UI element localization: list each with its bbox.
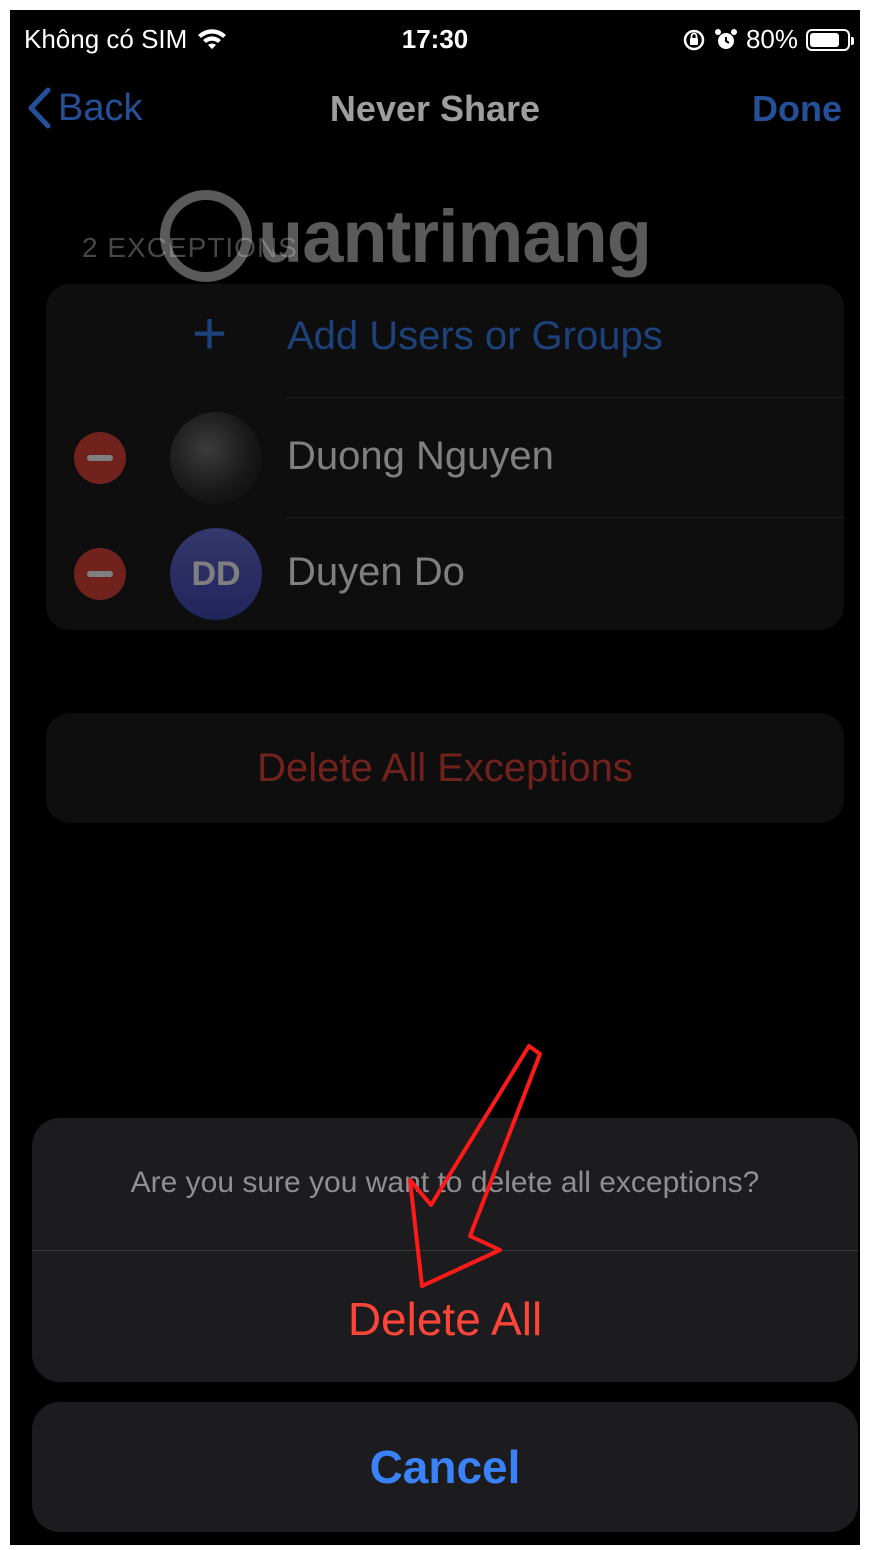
phone-screen: Không có SIM 17:30 80% Back Never Share … xyxy=(10,10,860,1545)
alarm-icon xyxy=(714,28,737,49)
watermark-logo-icon xyxy=(160,190,252,282)
list-item: Duong Nguyen xyxy=(46,398,844,518)
divider xyxy=(32,1250,858,1251)
status-bar: Không có SIM 17:30 80% xyxy=(10,18,860,58)
watermark-text: uantrimang xyxy=(258,194,652,278)
contact-name: Duyen Do xyxy=(287,550,465,594)
page-title: Never Share xyxy=(329,88,541,129)
action-sheet-message: Are you sure you want to delete all exce… xyxy=(130,1166,760,1199)
watermark: uantrimang xyxy=(160,190,652,282)
cancel-button[interactable]: Cancel xyxy=(32,1402,858,1532)
remove-minus-icon[interactable] xyxy=(74,432,126,484)
delete-all-exceptions-button[interactable]: Delete All Exceptions xyxy=(46,713,844,823)
remove-minus-icon[interactable] xyxy=(74,548,126,600)
delete-all-button[interactable]: Delete All xyxy=(32,1292,858,1346)
action-sheet: Are you sure you want to delete all exce… xyxy=(32,1118,858,1382)
battery-icon xyxy=(806,28,854,51)
avatar: DD xyxy=(170,528,262,620)
exceptions-list: + Add Users or Groups Duong Nguyen DD Du… xyxy=(46,284,844,630)
avatar xyxy=(170,412,262,504)
add-users-label: Add Users or Groups xyxy=(287,314,663,358)
add-users-row[interactable]: + Add Users or Groups xyxy=(46,284,844,398)
list-item: DD Duyen Do xyxy=(46,518,844,630)
navigation-bar: Back Never Share Done xyxy=(10,80,860,140)
done-button[interactable]: Done xyxy=(752,88,842,130)
contact-name: Duong Nguyen xyxy=(287,434,554,478)
plus-icon: + xyxy=(192,300,228,367)
rotation-lock-icon xyxy=(683,29,705,50)
battery-percent: 80% xyxy=(745,24,798,54)
